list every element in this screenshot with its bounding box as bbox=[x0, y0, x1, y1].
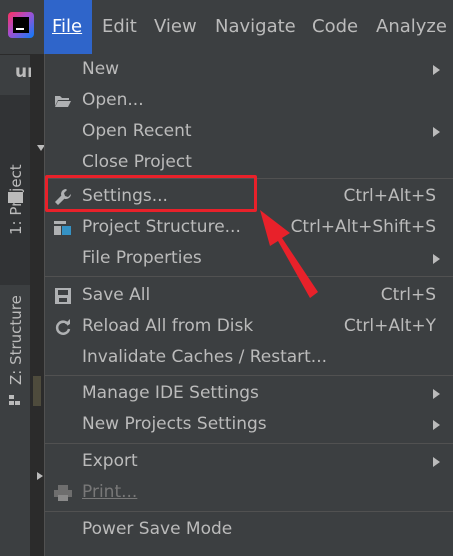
annotation-arrow bbox=[260, 210, 318, 298]
